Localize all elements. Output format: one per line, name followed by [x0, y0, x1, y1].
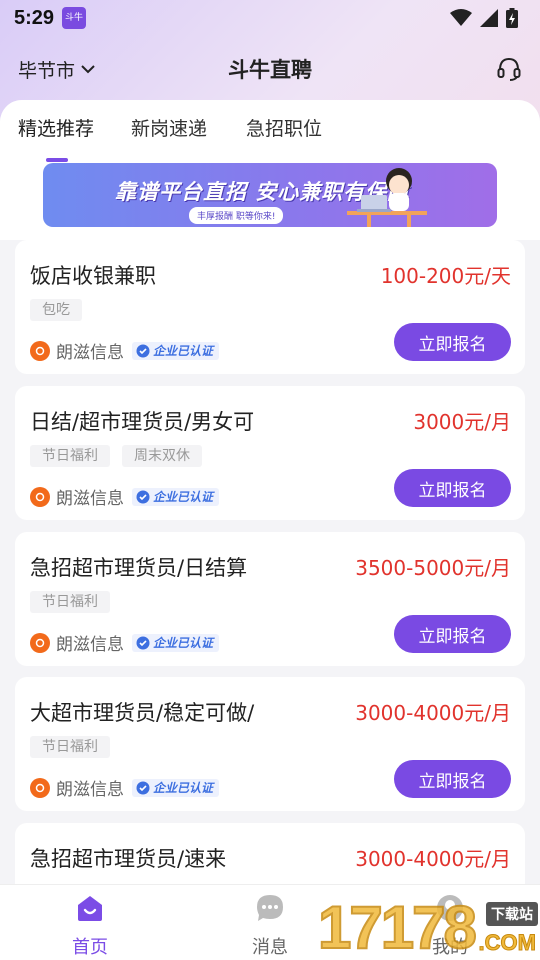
- company-name: 朗滋信息: [56, 780, 124, 800]
- job-title: 日结/超市理货员/男女可: [30, 410, 255, 434]
- nav-messages[interactable]: 消息: [225, 893, 315, 959]
- wifi-icon: [450, 9, 472, 26]
- shield-check-icon: [136, 344, 150, 357]
- company-name: 朗滋信息: [56, 635, 124, 655]
- status-bar: 5:29 斗牛: [0, 0, 540, 36]
- city-selector[interactable]: 毕节市: [18, 56, 95, 83]
- battery-icon: [506, 8, 518, 28]
- company-name: 朗滋信息: [56, 343, 124, 363]
- company-info: 朗滋信息 企业已认证: [30, 338, 220, 363]
- job-salary: 100-200元/天: [380, 264, 511, 288]
- job-card[interactable]: 大超市理货员/稳定可做/ 3000-4000元/月 节日福利 朗滋信息 企业已认…: [15, 677, 525, 811]
- job-card[interactable]: 饭店收银兼职 100-200元/天 包吃 朗滋信息 企业已认证 立即报名: [15, 240, 525, 374]
- shield-check-icon: [136, 490, 150, 503]
- active-tab-indicator: [46, 158, 68, 162]
- shield-check-icon: [136, 781, 150, 794]
- job-tags: 包吃: [30, 299, 82, 321]
- apply-button[interactable]: 立即报名: [394, 469, 511, 507]
- job-salary: 3000-4000元/月: [355, 701, 511, 725]
- apply-button[interactable]: 立即报名: [394, 615, 511, 653]
- chevron-down-icon: [81, 65, 95, 74]
- job-tag: 节日福利: [30, 736, 110, 758]
- job-title: 大超市理货员/稳定可做/: [30, 701, 255, 725]
- job-card[interactable]: 急招超市理货员/日结算 3500-5000元/月 节日福利 朗滋信息 企业已认证…: [15, 532, 525, 666]
- company-name: 朗滋信息: [56, 489, 124, 509]
- job-tag: 周末双休: [122, 445, 202, 467]
- girl-laptop-illustration: [347, 168, 427, 227]
- job-title: 急招超市理货员/日结算: [30, 556, 248, 580]
- city-label: 毕节市: [18, 59, 76, 82]
- category-tabs: 精选推荐 新岗速递 急招职位: [0, 114, 540, 162]
- company-info: 朗滋信息 企业已认证: [30, 484, 220, 509]
- watermark-suffix: .COM: [478, 930, 536, 956]
- main-content: 精选推荐 新岗速递 急招职位 靠谱平台直招 安心兼职有保障 丰厚报酬 职等你来!…: [0, 100, 540, 884]
- job-salary: 3000元/月: [413, 410, 511, 434]
- verified-label: 企业已认证: [153, 636, 214, 650]
- nav-messages-label: 消息: [252, 937, 288, 958]
- verified-label: 企业已认证: [153, 490, 214, 504]
- job-title: 急招超市理货员/速来: [30, 847, 227, 871]
- headset-icon[interactable]: [496, 56, 522, 82]
- apply-button[interactable]: 立即报名: [394, 760, 511, 798]
- verified-badge: 企业已认证: [132, 487, 220, 506]
- job-tags: 节日福利: [30, 591, 110, 613]
- watermark-badge: 下载站: [486, 902, 538, 926]
- watermark-digits: 17178: [317, 894, 478, 960]
- job-tags: 节日福利: [30, 736, 110, 758]
- home-icon: [78, 896, 102, 921]
- job-tags: 节日福利 周末双休: [30, 445, 202, 467]
- promo-banner[interactable]: 靠谱平台直招 安心兼职有保障 丰厚报酬 职等你来!: [43, 163, 497, 227]
- verified-badge: 企业已认证: [132, 341, 220, 360]
- job-card[interactable]: 急招超市理货员/速来 3000-4000元/月: [15, 823, 525, 884]
- status-icons: [450, 8, 518, 28]
- job-tag: 节日福利: [30, 591, 110, 613]
- job-tag: 包吃: [30, 299, 82, 321]
- status-time: 5:29: [14, 6, 55, 29]
- job-title: 饭店收银兼职: [30, 264, 156, 288]
- app-header: 毕节市 斗牛直聘: [0, 44, 540, 94]
- job-card[interactable]: 日结/超市理货员/男女可 3000元/月 节日福利 周末双休 朗滋信息 企业已认…: [15, 386, 525, 520]
- company-logo-icon: [30, 632, 50, 653]
- apply-button[interactable]: 立即报名: [394, 323, 511, 361]
- tab-new-jobs[interactable]: 新岗速递: [131, 114, 207, 141]
- message-icon: [257, 895, 283, 921]
- job-salary: 3000-4000元/月: [355, 847, 511, 871]
- verified-badge: 企业已认证: [132, 778, 220, 797]
- verified-badge: 企业已认证: [132, 633, 220, 652]
- app-notification-icon: 斗牛: [62, 7, 87, 29]
- company-logo-icon: [30, 777, 50, 798]
- nav-home-label: 首页: [72, 937, 108, 958]
- job-salary: 3500-5000元/月: [355, 556, 511, 580]
- company-logo-icon: [30, 340, 50, 361]
- verified-label: 企业已认证: [153, 781, 214, 795]
- nav-home[interactable]: 首页: [45, 893, 135, 959]
- shield-check-icon: [136, 636, 150, 649]
- tab-urgent-jobs[interactable]: 急招职位: [246, 114, 322, 141]
- site-watermark: 17178 下载站 .COM: [317, 894, 540, 960]
- company-info: 朗滋信息 企业已认证: [30, 775, 220, 800]
- job-tag: 节日福利: [30, 445, 110, 467]
- banner-subtitle: 丰厚报酬 职等你来!: [189, 207, 284, 224]
- company-logo-icon: [30, 486, 50, 507]
- verified-label: 企业已认证: [153, 344, 214, 358]
- company-info: 朗滋信息 企业已认证: [30, 630, 220, 655]
- signal-icon: [480, 9, 498, 27]
- tab-recommended[interactable]: 精选推荐: [18, 114, 94, 141]
